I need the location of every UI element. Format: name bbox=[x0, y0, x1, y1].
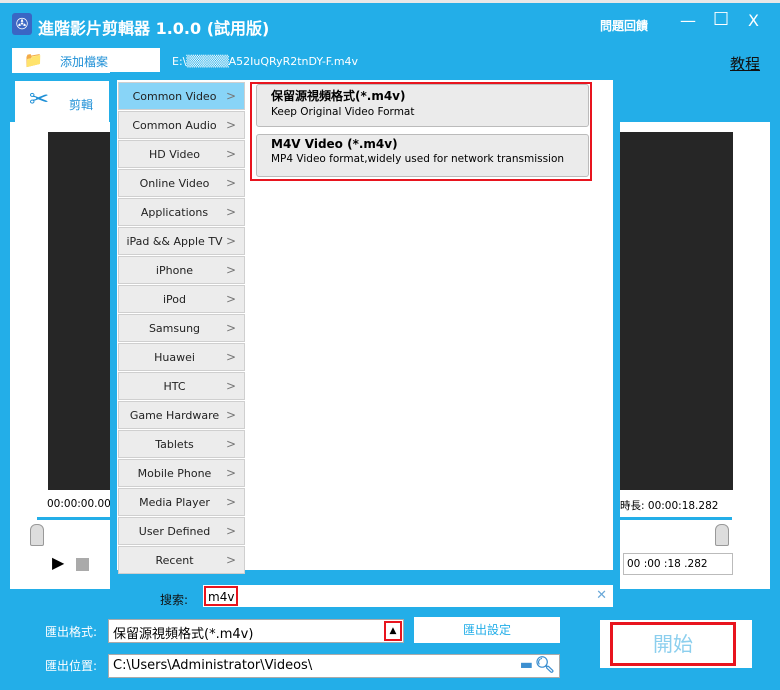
chevron-right-icon: > bbox=[225, 350, 236, 364]
chevron-right-icon: > bbox=[225, 89, 236, 103]
chevron-right-icon: > bbox=[225, 437, 236, 451]
category-item[interactable]: iPad && Apple TV > bbox=[118, 227, 245, 255]
stop-icon[interactable] bbox=[76, 558, 89, 571]
export-location-input[interactable]: C:\Users\Administrator\Videos\ ▬ 🔍︎ bbox=[108, 654, 560, 678]
chevron-right-icon: > bbox=[225, 205, 236, 219]
export-location-label: 匯出位置: bbox=[45, 659, 98, 673]
category-item[interactable]: Huawei > bbox=[118, 343, 245, 371]
app-logo-icon: ✇ bbox=[12, 13, 32, 35]
end-time-field[interactable]: 00 :00 :18 .282 bbox=[623, 553, 733, 575]
category-item[interactable]: iPod > bbox=[118, 285, 245, 313]
category-label: Common Video bbox=[132, 89, 217, 103]
category-label: iPad && Apple TV bbox=[126, 234, 223, 248]
category-label: Huawei bbox=[154, 350, 195, 364]
chevron-right-icon: > bbox=[225, 524, 236, 538]
category-item[interactable]: Game Hardware > bbox=[118, 401, 245, 429]
add-file-button[interactable]: 📁 添加檔案 bbox=[12, 48, 160, 73]
start-button-label: 開始 bbox=[610, 622, 736, 666]
category-label: Media Player bbox=[139, 495, 210, 509]
category-label: Tablets bbox=[155, 437, 194, 451]
category-label: Recent bbox=[155, 553, 194, 567]
category-item[interactable]: Samsung > bbox=[118, 314, 245, 342]
category-label: User Defined bbox=[138, 524, 211, 538]
close-button[interactable]: X bbox=[748, 11, 759, 30]
search-label: 搜索: bbox=[160, 593, 189, 607]
category-item[interactable]: Recent > bbox=[118, 546, 245, 574]
chevron-right-icon: > bbox=[225, 147, 236, 161]
duration-label: 時長: bbox=[620, 500, 645, 512]
category-label: Game Hardware bbox=[129, 408, 220, 422]
feedback-link[interactable]: 問題回饋 bbox=[600, 17, 648, 34]
search-folder-icon[interactable]: 🔍︎ bbox=[535, 655, 555, 674]
search-input[interactable]: m4v ✕ bbox=[203, 585, 613, 607]
chevron-right-icon: > bbox=[225, 292, 236, 306]
end-handle[interactable] bbox=[715, 524, 729, 546]
format-option-m4v[interactable]: M4V Video (*.m4v) MP4 Video format,widely… bbox=[256, 134, 589, 177]
category-label: HD Video bbox=[148, 147, 201, 161]
clear-search-icon[interactable]: ✕ bbox=[596, 588, 607, 603]
chevron-right-icon: > bbox=[225, 466, 236, 480]
add-file-label: 添加檔案 bbox=[60, 55, 109, 69]
minimize-button[interactable]: — bbox=[680, 11, 696, 30]
chevron-right-icon: > bbox=[225, 234, 236, 248]
chevron-right-icon: > bbox=[225, 408, 236, 422]
chevron-right-icon: > bbox=[225, 118, 236, 132]
tutorial-link[interactable]: 教程 bbox=[730, 53, 760, 74]
file-path: E:\▒▒▒▒▒A52IuQRyR2tnDY-F.m4v bbox=[172, 55, 359, 68]
window-title: 進階影片剪輯器 1.0.0 (試用版) bbox=[38, 19, 270, 38]
export-format-label: 匯出格式: bbox=[45, 625, 98, 639]
format-option-original[interactable]: 保留源視頻格式(*.m4v) Keep Original Video Format bbox=[256, 84, 589, 127]
category-label: HTC bbox=[163, 379, 186, 393]
tab-edit-label: 剪輯 bbox=[69, 98, 94, 112]
category-item[interactable]: Applications > bbox=[118, 198, 245, 226]
scissors-icon: ✂ bbox=[29, 85, 50, 113]
category-item[interactable]: User Defined > bbox=[118, 517, 245, 545]
start-handle[interactable] bbox=[30, 524, 44, 546]
chevron-right-icon: > bbox=[225, 321, 236, 335]
chevron-right-icon: > bbox=[225, 263, 236, 277]
start-button[interactable]: 開始 bbox=[600, 620, 752, 668]
chevron-right-icon: > bbox=[225, 379, 236, 393]
folder-icon[interactable]: ▬ bbox=[520, 657, 533, 673]
app-window: ✇ 進階影片剪輯器 1.0.0 (試用版) 問題回饋 — ☐ X 📁 添加檔案 … bbox=[0, 3, 780, 690]
export-format-value: 保留源視頻格式(*.m4v) bbox=[113, 627, 254, 642]
export-location-value: C:\Users\Administrator\Videos\ bbox=[113, 658, 313, 673]
start-time: 00:00:00.000 bbox=[47, 498, 118, 510]
add-folder-icon: 📁 bbox=[24, 51, 43, 69]
dropdown-arrow-icon[interactable]: ▲ bbox=[384, 621, 402, 641]
category-label: iPhone bbox=[155, 263, 194, 277]
chevron-right-icon: > bbox=[225, 495, 236, 509]
category-label: Common Audio bbox=[132, 118, 217, 132]
category-label: Samsung bbox=[148, 321, 201, 335]
export-format-select[interactable]: 保留源視頻格式(*.m4v) ▲ bbox=[108, 619, 404, 643]
play-icon[interactable]: ▶ bbox=[52, 553, 64, 572]
export-settings-button[interactable]: 匯出設定 bbox=[414, 617, 560, 643]
category-item[interactable]: Media Player > bbox=[118, 488, 245, 516]
category-item[interactable]: Common Audio > bbox=[118, 111, 245, 139]
category-item[interactable]: iPhone > bbox=[118, 256, 245, 284]
maximize-button[interactable]: ☐ bbox=[713, 9, 729, 30]
category-label: Mobile Phone bbox=[137, 466, 212, 480]
category-item[interactable]: Tablets > bbox=[118, 430, 245, 458]
chevron-right-icon: > bbox=[225, 176, 236, 190]
search-value: m4v bbox=[204, 586, 239, 606]
category-label: iPod bbox=[162, 292, 186, 306]
duration-value: 00:00:18.282 bbox=[647, 500, 719, 512]
category-label: Online Video bbox=[139, 176, 210, 190]
category-item[interactable]: HD Video > bbox=[118, 140, 245, 168]
category-label: Applications bbox=[140, 205, 209, 219]
category-item[interactable]: Online Video > bbox=[118, 169, 245, 197]
category-item[interactable]: HTC > bbox=[118, 372, 245, 400]
chevron-right-icon: > bbox=[225, 553, 236, 567]
category-item[interactable]: Mobile Phone > bbox=[118, 459, 245, 487]
tab-edit[interactable]: ✂ 剪輯 bbox=[15, 81, 109, 125]
category-item[interactable]: Common Video > bbox=[118, 82, 245, 110]
